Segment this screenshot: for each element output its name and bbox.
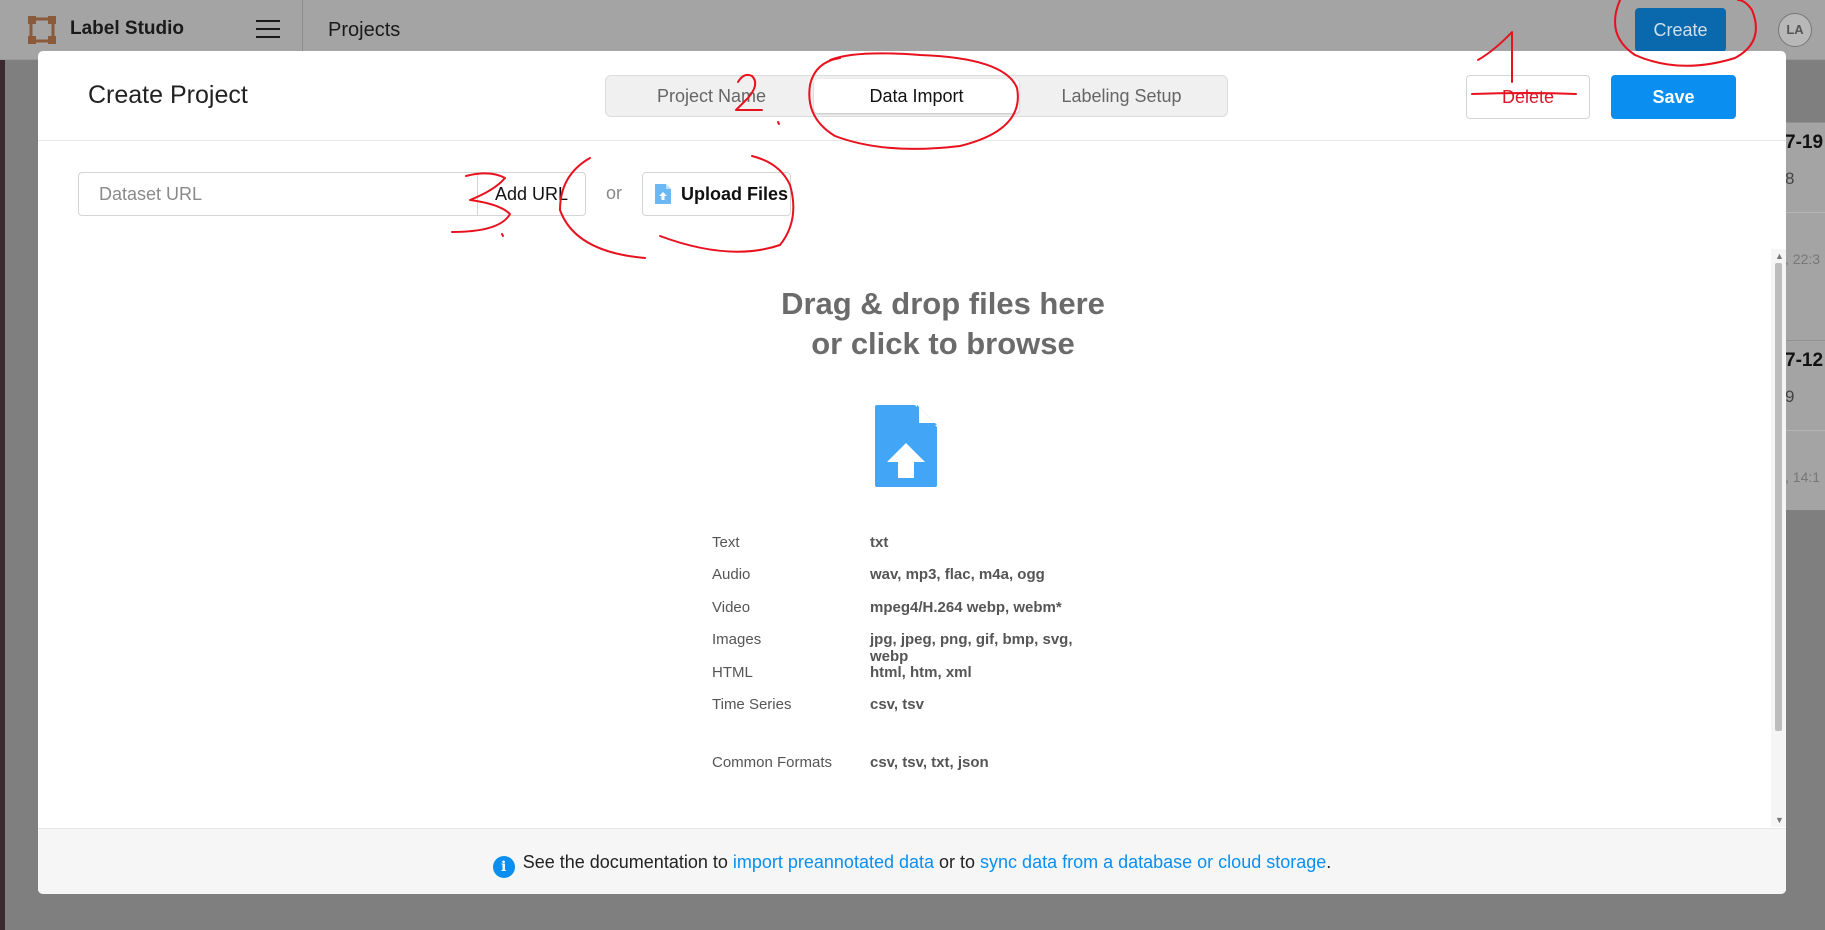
format-value: wav, mp3, flac, m4a, ogg xyxy=(870,566,1045,583)
background-project-card: , 22:3 xyxy=(1785,212,1825,340)
step-tabs: Project Name Data Import Labeling Setup xyxy=(605,75,1228,117)
format-value: html, htm, xml xyxy=(870,664,972,681)
documentation-note: i See the documentation to import preanno… xyxy=(38,852,1786,878)
modal-header: Create Project Project Name Data Import … xyxy=(38,51,1786,141)
dropzone-line2: or click to browse xyxy=(811,326,1075,361)
format-row: Text txt xyxy=(712,534,1112,556)
create-project-modal: Create Project Project Name Data Import … xyxy=(38,51,1786,894)
scrollbar[interactable]: ▲ ▼ xyxy=(1771,249,1786,827)
format-value: txt xyxy=(870,534,889,551)
modal-title: Create Project xyxy=(88,81,248,109)
dropzone[interactable]: Drag & drop files here or click to brows… xyxy=(638,284,1248,364)
format-label: Images xyxy=(712,631,762,648)
background-edge xyxy=(0,60,5,930)
footer-middle: or to xyxy=(934,852,981,872)
create-project-button[interactable]: Create xyxy=(1635,8,1726,52)
format-row: HTML html, htm, xml xyxy=(712,664,1112,686)
tab-labeling-setup[interactable]: Labeling Setup xyxy=(1019,79,1224,113)
card-count: 8 xyxy=(1785,169,1795,188)
format-row: Time Series csv, tsv xyxy=(712,696,1112,718)
background-project-card: , 14:1 xyxy=(1785,430,1825,510)
upload-files-label: Upload Files xyxy=(681,183,789,204)
card-title: 7-19 xyxy=(1785,132,1824,153)
background-project-card: 7-12 9 xyxy=(1785,340,1825,430)
format-label: HTML xyxy=(712,664,753,681)
scroll-thumb[interactable] xyxy=(1775,263,1782,731)
or-separator: or xyxy=(606,183,623,203)
background-project-card: 7-19 8 xyxy=(1785,122,1825,212)
upload-files-button[interactable]: Upload Files xyxy=(642,172,791,216)
card-count: 9 xyxy=(1785,387,1795,406)
format-value: csv, tsv, txt, json xyxy=(870,754,989,771)
format-label: Audio xyxy=(712,566,751,583)
format-label: Text xyxy=(712,534,740,551)
footer-prefix: See the documentation to xyxy=(522,852,733,872)
add-url-button[interactable]: Add URL xyxy=(477,172,586,216)
avatar[interactable]: LA xyxy=(1778,13,1812,47)
format-value: csv, tsv xyxy=(870,696,924,713)
scroll-down-arrow-icon[interactable]: ▼ xyxy=(1775,815,1784,825)
format-value: jpg, jpeg, png, gif, bmp, svg, webp xyxy=(870,631,1073,665)
format-value: mpeg4/H.264 webp, webm* xyxy=(870,599,1062,616)
info-icon: i xyxy=(492,856,515,878)
dataset-url-input[interactable] xyxy=(78,172,478,216)
delete-button[interactable]: Delete xyxy=(1466,75,1590,119)
import-preannotated-link[interactable]: import preannotated data xyxy=(733,852,934,872)
save-button[interactable]: Save xyxy=(1611,75,1736,119)
file-upload-icon xyxy=(655,184,671,204)
format-row: Common Formats csv, tsv, txt, json xyxy=(712,754,1112,776)
format-row: Images jpg, jpeg, png, gif, bmp, svg, we… xyxy=(712,631,1112,665)
brand-name: Label Studio xyxy=(70,18,184,39)
card-title: 7-12 xyxy=(1785,350,1824,371)
tab-project-name[interactable]: Project Name xyxy=(609,79,814,113)
footer-suffix: . xyxy=(1326,852,1332,872)
dropzone-line1: Drag & drop files here xyxy=(781,286,1105,321)
tab-data-import[interactable]: Data Import xyxy=(814,79,1019,113)
format-label: Time Series xyxy=(712,696,792,713)
card-time: , 22:3 xyxy=(1785,251,1821,267)
page-title: Projects xyxy=(328,19,401,41)
format-label: Common Formats xyxy=(712,754,833,771)
scroll-up-arrow-icon[interactable]: ▲ xyxy=(1775,251,1784,261)
file-upload-icon[interactable] xyxy=(875,405,937,487)
format-row: Audio wav, mp3, flac, m4a, ogg xyxy=(712,566,1112,588)
format-row: Video mpeg4/H.264 webp, webm* xyxy=(712,599,1112,621)
card-time: , 14:1 xyxy=(1785,469,1821,485)
sync-storage-link[interactable]: sync data from a database or cloud stora… xyxy=(980,852,1326,872)
modal-footer: i See the documentation to import preanno… xyxy=(38,828,1786,894)
format-label: Video xyxy=(712,599,751,616)
menu-icon[interactable] xyxy=(256,20,280,40)
label-studio-logo-icon xyxy=(28,16,56,44)
